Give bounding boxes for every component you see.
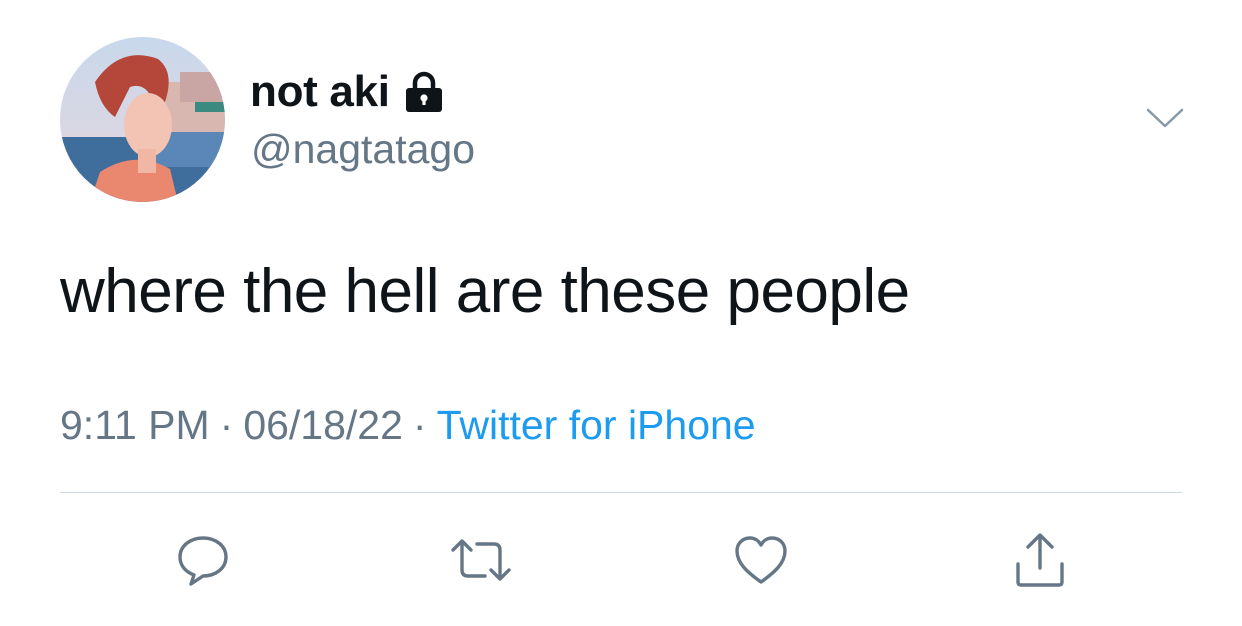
avatar[interactable] bbox=[60, 37, 225, 202]
retweet-icon bbox=[449, 532, 513, 588]
author-name-row: not aki bbox=[250, 66, 446, 118]
tweet-text: where the hell are these people bbox=[60, 257, 910, 326]
share-icon bbox=[1010, 530, 1070, 590]
tweet-card: not aki @nagtatago where the hell are th… bbox=[0, 0, 1242, 626]
chevron-down-icon[interactable] bbox=[1145, 104, 1185, 134]
tweet-meta: 9:11 PM · 06/18/22 · Twitter for iPhone bbox=[60, 402, 756, 449]
share-button[interactable] bbox=[1008, 528, 1072, 592]
reply-button[interactable] bbox=[171, 528, 235, 592]
meta-separator: · bbox=[412, 402, 427, 448]
lock-icon bbox=[402, 70, 446, 114]
tweet-date[interactable]: 06/18/22 bbox=[243, 402, 403, 448]
divider bbox=[60, 492, 1182, 493]
avatar-image bbox=[60, 37, 225, 202]
tweet-source-link[interactable]: Twitter for iPhone bbox=[437, 402, 756, 448]
like-button[interactable] bbox=[729, 528, 793, 592]
display-name[interactable]: not aki bbox=[250, 67, 390, 117]
tweet-time[interactable]: 9:11 PM bbox=[60, 402, 210, 448]
action-bar bbox=[0, 528, 1242, 592]
heart-icon bbox=[731, 532, 791, 588]
author-handle[interactable]: @nagtatago bbox=[251, 126, 475, 173]
reply-icon bbox=[175, 532, 231, 588]
meta-separator: · bbox=[219, 402, 234, 448]
retweet-button[interactable] bbox=[449, 528, 513, 592]
